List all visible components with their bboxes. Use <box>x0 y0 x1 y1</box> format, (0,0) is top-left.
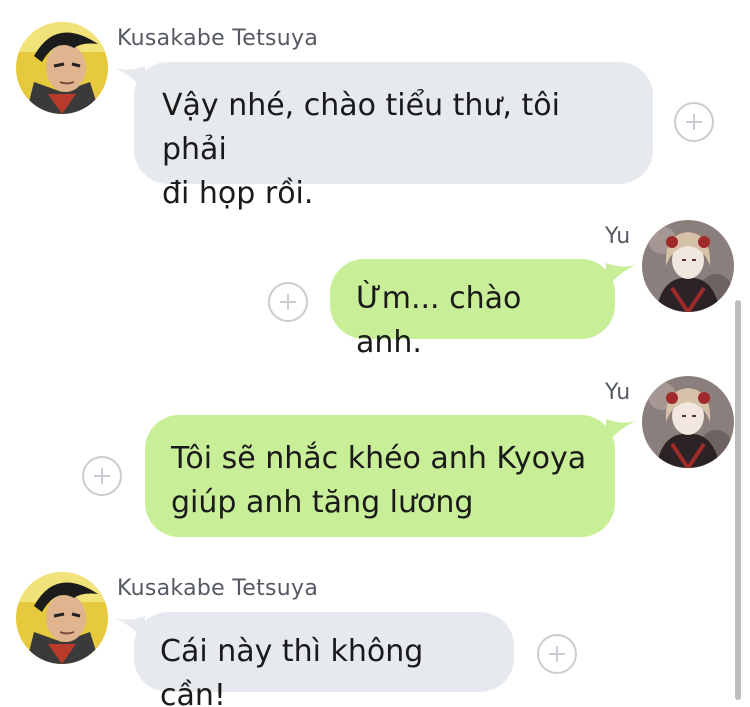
plus-circle-icon <box>549 646 565 662</box>
message-text-line: Vậy nhé, chào tiểu thư, tôi phải <box>162 88 560 167</box>
message-text-line: đi họp rồi. <box>162 176 314 211</box>
message-bubble[interactable]: Cái này thì không cần! <box>134 612 514 707</box>
yu-avatar-icon <box>642 220 734 312</box>
plus-circle-icon <box>94 468 110 484</box>
kusakabe-avatar-icon <box>16 572 108 664</box>
add-reaction-button[interactable] <box>268 282 308 322</box>
add-reaction-button[interactable] <box>537 634 577 674</box>
message-text-line: Tôi sẽ nhắc khéo anh Kyoya <box>171 441 587 476</box>
message-bubble[interactable]: Ừm... chào anh. <box>330 259 615 360</box>
sender-avatar[interactable] <box>642 220 734 312</box>
plus-circle-icon <box>686 114 702 130</box>
sender-name: Kusakabe Tetsuya <box>117 576 319 601</box>
sender-avatar[interactable] <box>16 22 108 114</box>
sender-name: Yu <box>605 224 631 249</box>
add-reaction-button[interactable] <box>82 456 122 496</box>
sender-name: Yu <box>605 380 631 405</box>
message-bubble[interactable]: Vậy nhé, chào tiểu thư, tôi phải đi họp … <box>134 62 653 211</box>
message-bubble[interactable]: Tôi sẽ nhắc khéo anh Kyoya giúp anh tăng… <box>145 415 615 537</box>
message-text-line: giúp anh tăng lương <box>171 485 474 520</box>
kusakabe-avatar-icon <box>16 22 108 114</box>
sender-name: Kusakabe Tetsuya <box>117 26 319 51</box>
sender-avatar[interactable] <box>16 572 108 664</box>
message-text-line: Cái này thì không cần! <box>160 634 424 707</box>
scrollbar[interactable] <box>735 300 741 700</box>
sender-avatar[interactable] <box>642 376 734 468</box>
add-reaction-button[interactable] <box>674 102 714 142</box>
plus-circle-icon <box>280 294 296 310</box>
yu-avatar-icon <box>642 376 734 468</box>
message-text-line: Ừm... chào anh. <box>356 281 522 360</box>
